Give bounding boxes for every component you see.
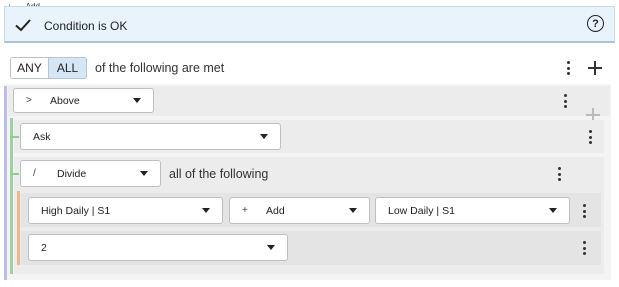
value-row-more-icon[interactable] (582, 241, 586, 255)
slash-icon: / (33, 168, 36, 179)
value-select-value: 2 (41, 241, 47, 254)
value-select[interactable]: 2 (28, 234, 288, 261)
above-children-rail (10, 118, 13, 274)
chevron-down-icon (549, 208, 557, 213)
divide-select-value: Divide (57, 167, 87, 180)
any-option[interactable]: ANY (11, 58, 48, 78)
above-more-icon[interactable] (563, 94, 567, 108)
ask-more-icon[interactable] (588, 130, 592, 144)
high-daily-value: High Daily | S1 (41, 204, 111, 217)
low-daily-select[interactable]: Low Daily | S1 (375, 197, 570, 224)
ask-select[interactable]: Ask (20, 123, 281, 150)
chevron-down-icon (202, 208, 210, 213)
above-select-value: Above (50, 94, 80, 107)
above-select[interactable]: > Above (13, 88, 154, 113)
divide-connector (10, 173, 19, 175)
group-rail (4, 86, 7, 280)
high-daily-select[interactable]: High Daily | S1 (28, 197, 223, 224)
chevron-down-icon (267, 245, 275, 250)
divide-children-rail (17, 191, 20, 265)
greater-than-icon: > (26, 95, 32, 106)
root-more-icon[interactable] (566, 61, 570, 75)
match-toggle: ANY ALL (10, 57, 87, 79)
root-add-icon[interactable] (588, 61, 602, 75)
divide-select[interactable]: / Divide (20, 160, 161, 187)
plus-icon: + (242, 205, 248, 216)
status-message: Condition is OK (44, 19, 128, 33)
match-suffix: of the following are met (95, 61, 225, 75)
chevron-down-icon (349, 208, 357, 213)
add-row-more-icon[interactable] (582, 204, 586, 218)
low-daily-value: Low Daily | S1 (388, 204, 455, 217)
divide-suffix: all of the following (169, 167, 269, 181)
checkmark-icon (15, 19, 31, 32)
add-operator-select[interactable]: + Add (229, 197, 370, 224)
chevron-down-icon (133, 98, 141, 103)
ask-connector (10, 136, 19, 138)
condition-status-bar: Condition is OK ? (4, 6, 615, 43)
chevron-down-icon (260, 134, 268, 139)
ask-select-value: Ask (33, 130, 51, 143)
chevron-down-icon (140, 171, 148, 176)
help-icon[interactable]: ? (587, 15, 604, 32)
divide-more-icon[interactable] (557, 167, 561, 181)
all-option[interactable]: ALL (48, 58, 86, 78)
add-operator-value: Add (266, 204, 285, 217)
